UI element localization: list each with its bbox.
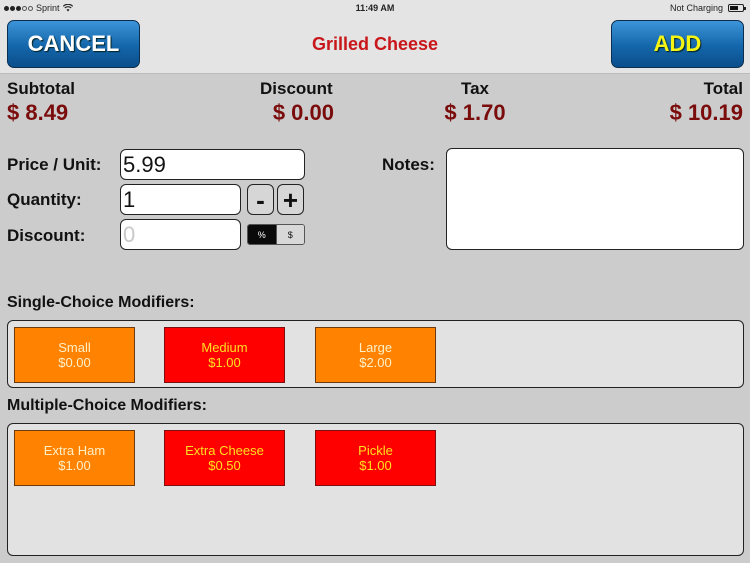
battery-status: Not Charging (669, 3, 723, 13)
single-choice-modifiers: Small $0.00 Medium $1.00 Large $2.00 (7, 320, 744, 388)
discount-input[interactable]: 0 (120, 219, 241, 250)
modifier-price: $0.50 (208, 458, 241, 473)
discount-type-toggle[interactable]: % $ (247, 224, 305, 245)
discount-total: Discount $ 0.00 (260, 79, 340, 126)
modifier-price: $1.00 (359, 458, 392, 473)
add-button[interactable]: ADD (611, 20, 744, 68)
modifier-medium[interactable]: Medium $1.00 (164, 327, 285, 383)
modifier-name: Large (358, 340, 393, 355)
modifier-large[interactable]: Large $2.00 (315, 327, 436, 383)
modifier-price: $1.00 (208, 355, 241, 370)
modifier-price: $0.00 (58, 355, 91, 370)
quantity-label: Quantity: (7, 190, 82, 209)
price-label: Price / Unit: (7, 155, 102, 174)
modifier-small[interactable]: Small $0.00 (14, 327, 135, 383)
notes-label: Notes: (382, 155, 435, 174)
notes-textarea[interactable] (446, 148, 744, 250)
modifier-extra-cheese[interactable]: Extra Cheese $0.50 (164, 430, 285, 486)
battery-icon (728, 4, 746, 12)
modifier-name: Pickle (358, 443, 393, 458)
increase-quantity-button[interactable]: + (277, 184, 304, 215)
price-input[interactable]: 5.99 (120, 149, 305, 180)
total-value: $ 10.19 (669, 100, 743, 125)
subtotal-value: $ 8.49 (7, 100, 69, 125)
navigation-bar: CANCEL Grilled Cheese ADD (0, 16, 750, 74)
subtotal-label: Subtotal (7, 79, 75, 98)
modifier-extra-ham[interactable]: Extra Ham $1.00 (14, 430, 135, 486)
discount-dollar-option[interactable]: $ (275, 225, 304, 244)
single-choice-title: Single-Choice Modifiers: (7, 294, 195, 311)
discount-total-label: Discount (260, 79, 333, 98)
discount-label: Discount: (7, 226, 86, 245)
modifier-price: $1.00 (58, 458, 91, 473)
modifier-name: Medium (201, 340, 248, 355)
subtotal: Subtotal $ 8.49 (7, 79, 75, 126)
decrease-quantity-button[interactable]: - (247, 184, 274, 215)
tax-label: Tax (460, 79, 490, 98)
multiple-choice-title: Multiple-Choice Modifiers: (7, 397, 207, 414)
status-bar: Sprint 11:49 AM Not Charging (0, 0, 750, 16)
modifier-name: Extra Ham (43, 443, 106, 458)
modifier-pickle[interactable]: Pickle $1.00 (315, 430, 436, 486)
grand-total: Total $ 10.19 (670, 79, 743, 126)
tax-value: $ 1.70 (444, 100, 506, 125)
total-label: Total (703, 79, 743, 98)
status-time: 11:49 AM (355, 3, 395, 13)
multiple-choice-modifiers: Extra Ham $1.00 Extra Cheese $0.50 Pickl… (7, 423, 744, 556)
modifier-name: Extra Cheese (185, 443, 264, 458)
quantity-input[interactable]: 1 (120, 184, 241, 215)
status-right: Not Charging (669, 3, 746, 13)
discount-percent-option[interactable]: % (248, 225, 276, 244)
discount-total-value: $ 0.00 (272, 100, 334, 125)
tax: Tax $ 1.70 (440, 79, 510, 126)
modifier-name: Small (58, 340, 91, 355)
modifier-price: $2.00 (359, 355, 392, 370)
totals-row: Subtotal $ 8.49 Discount $ 0.00 Tax $ 1.… (0, 79, 750, 134)
